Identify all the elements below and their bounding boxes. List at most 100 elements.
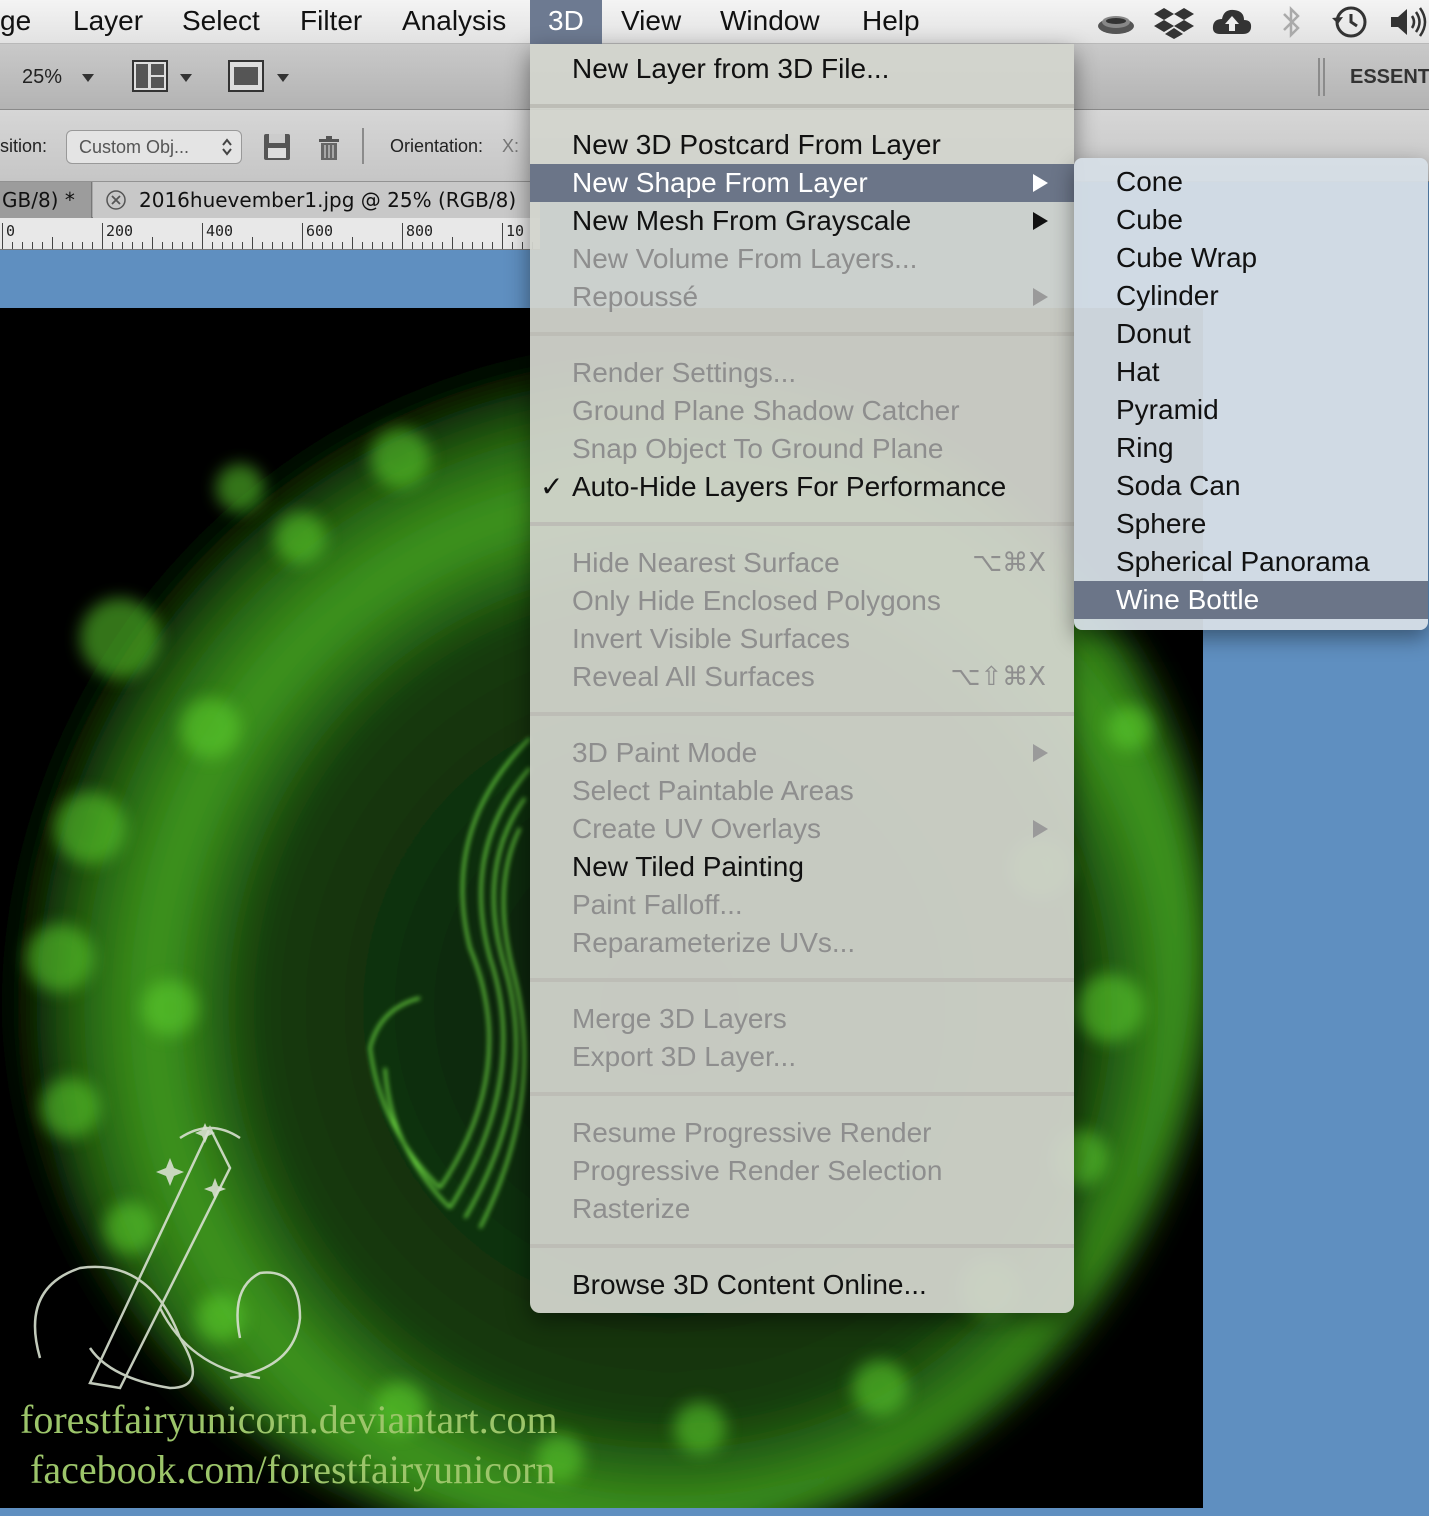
menu-item-new-volume-from-layers: New Volume From Layers... [572,243,918,274]
updown-arrows-icon [222,138,232,156]
screen-mode-dropdown-icon[interactable] [277,74,289,82]
ruler-tick [292,242,293,249]
submenu-item-pyramid[interactable]: Pyramid [1074,391,1428,429]
time-machine-icon[interactable] [1330,4,1370,40]
submenu-item-cube-wrap[interactable]: Cube Wrap [1074,239,1428,277]
menu-layer[interactable]: Layer [73,0,143,44]
watermark-text: forestfairyunicorn.deviantart.com [20,1397,558,1442]
arrange-dropdown-icon[interactable] [180,74,192,82]
menu-separator [530,522,1074,526]
menu-item-new-tiled-painting[interactable]: New Tiled Painting [530,848,1074,886]
horizontal-ruler[interactable]: 0 200 400 600 800 10 [0,218,540,250]
menu-window[interactable]: Window [720,0,820,44]
ruler-tick [32,242,33,249]
ruler-tick [122,242,123,249]
submenu-item-donut[interactable]: Donut [1074,315,1428,353]
submenu-item-ring[interactable]: Ring [1074,429,1428,467]
document-tab-1[interactable]: GB/8) * [0,182,92,218]
ruler-tick [72,242,73,249]
menu-item-repousse: Repoussé [530,278,1074,316]
teacup-icon[interactable] [1094,4,1138,40]
preset-select[interactable]: Custom Obj... [66,130,242,164]
menu-item-new-shape-from-layer[interactable]: New Shape From Layer [530,164,1074,202]
ruler-tick [332,242,333,249]
zoom-dropdown-icon[interactable] [82,74,94,82]
ruler-tick [522,242,523,249]
menu-item-resume-progressive-render: Resume Progressive Render [572,1117,932,1148]
submenu-item-wine-bottle[interactable]: Wine Bottle [1074,581,1428,619]
submenu-item-cylinder[interactable]: Cylinder [1074,277,1428,315]
menu-item-render-settings: Render Settings... [572,357,797,388]
menu-item-hide-nearest-surface: Hide Nearest Surface ⌥⌘X [530,544,1074,582]
trash-icon[interactable] [316,134,342,162]
ruler-tick [362,242,363,249]
menu-item-new-3d-postcard[interactable]: New 3D Postcard From Layer [530,126,1074,164]
workspace-switcher[interactable]: ESSENT [1350,66,1429,89]
menu-3d[interactable]: 3D [530,0,602,44]
menu-item-new-mesh-from-grayscale[interactable]: New Mesh From Grayscale [530,202,1074,240]
menu-view[interactable]: View [621,0,681,44]
menu-item-new-layer-from-3d-file[interactable]: New Layer from 3D File... [530,50,1074,88]
menu-separator [530,104,1074,108]
menu-item-select-paintable-areas: Select Paintable Areas [572,775,854,806]
ruler-label: 0 [6,222,16,240]
ruler-tick [52,237,53,249]
menu-separator [530,1244,1074,1248]
shortcut-label: ⌥⌘X [972,548,1046,578]
ruler-tick [152,237,153,249]
ruler-label: 400 [206,222,234,240]
submenu-item-cube[interactable]: Cube [1074,201,1428,239]
menu-image[interactable]: ge [0,0,31,44]
volume-icon[interactable] [1388,4,1428,40]
menu-separator [530,978,1074,982]
position-label: sition: [0,136,48,156]
submenu-item-hat[interactable]: Hat [1074,353,1428,391]
menu-item-ground-plane-shadow-catcher: Ground Plane Shadow Catcher [572,395,960,426]
submenu-item-sphere[interactable]: Sphere [1074,505,1428,543]
dropbox-icon[interactable] [1152,4,1196,40]
ruler-tick [22,242,23,249]
ruler-tick [222,242,223,249]
ruler-tick [442,242,443,249]
submenu-item-soda-can[interactable]: Soda Can [1074,467,1428,505]
menu-help[interactable]: Help [862,0,920,44]
submenu-item-spherical-panorama[interactable]: Spherical Panorama [1074,543,1428,581]
menu-item-paint-falloff: Paint Falloff... [572,889,743,920]
menu-select[interactable]: Select [182,0,260,44]
cloud-upload-icon[interactable] [1210,4,1254,40]
menu-item-rasterize: Rasterize [572,1193,691,1224]
menu-bar: ge Layer Select Filter Analysis 3D View … [0,0,1429,44]
submenu-arrow-icon [1033,212,1048,230]
menu-filter[interactable]: Filter [300,0,362,44]
ruler-tick [82,242,83,249]
menu-separator [530,332,1074,336]
document-tab-active[interactable]: 2016huevember1.jpg @ 25% (RGB/8) [93,182,540,218]
arrange-documents-icon[interactable] [132,60,168,92]
menu-analysis[interactable]: Analysis [402,0,506,44]
ruler-tick [142,242,143,249]
ruler-label: 600 [306,222,334,240]
ruler-label: 200 [106,222,134,240]
ruler-tick [252,237,253,249]
submenu-arrow-icon [1033,820,1048,838]
ruler-tick [402,223,403,249]
ruler-tick [502,223,503,249]
document-tabs: GB/8) * 2016huevember1.jpg @ 25% (RGB/8) [0,182,540,218]
menu-item-snap-object-to-ground-plane: Snap Object To Ground Plane [572,433,944,464]
ruler-tick [492,242,493,249]
orientation-x-label: X: [502,136,520,156]
menu-item-progressive-render-selection: Progressive Render Selection [572,1155,943,1186]
bluetooth-icon[interactable] [1276,4,1306,40]
ruler-tick [512,242,513,249]
save-preset-icon[interactable] [262,132,292,162]
screen-mode-icon[interactable] [228,60,264,92]
zoom-level[interactable]: 25% [22,66,62,89]
ruler-tick [2,223,3,249]
close-tab-icon[interactable] [105,189,127,211]
shortcut-label: ⌥⇧⌘X [950,662,1046,692]
submenu-item-cone[interactable]: Cone [1074,163,1428,201]
menu-item-browse-3d-content-online[interactable]: Browse 3D Content Online... [530,1266,1074,1304]
ruler-label: 10 [506,222,525,240]
menu-item-auto-hide-layers[interactable]: ✓ Auto-Hide Layers For Performance [530,468,1074,506]
menu-item-3d-paint-mode: 3D Paint Mode [530,734,1074,772]
